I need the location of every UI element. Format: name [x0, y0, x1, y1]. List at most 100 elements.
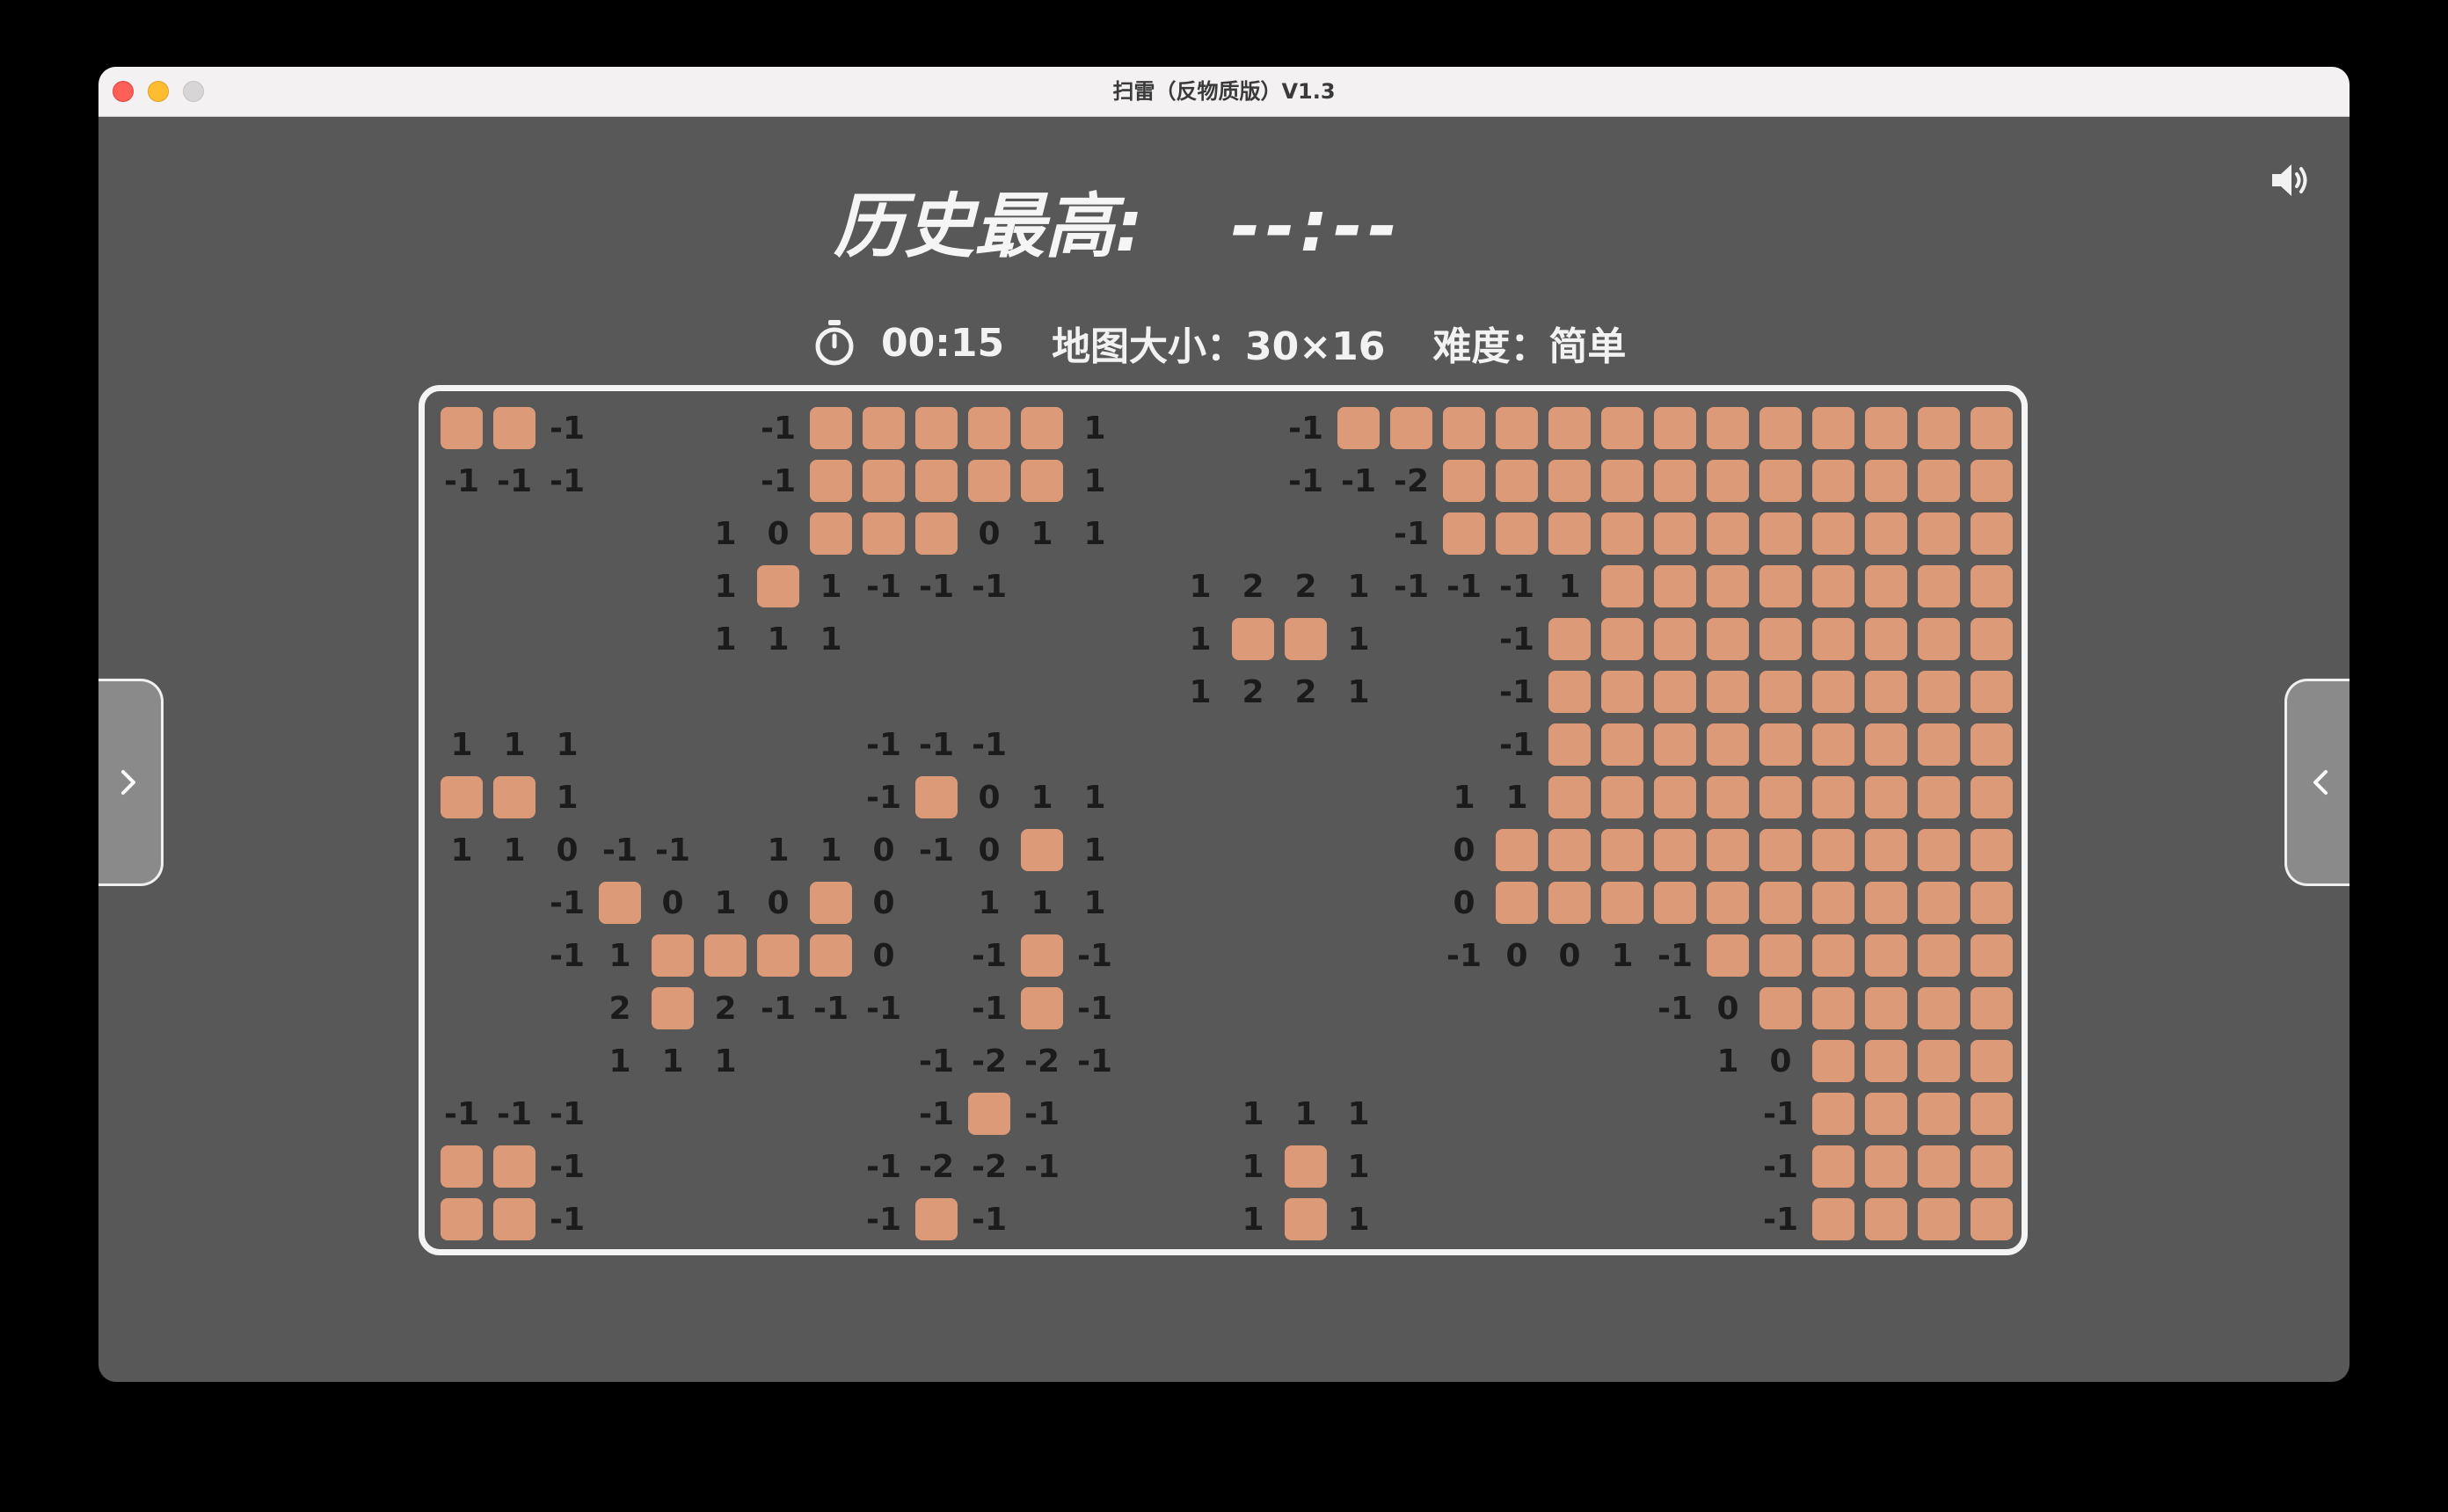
covered-cell[interactable] — [805, 929, 857, 982]
covered-cell[interactable] — [1649, 771, 1701, 824]
covered-cell[interactable] — [1912, 718, 1965, 771]
covered-cell[interactable] — [1649, 824, 1701, 876]
covered-cell[interactable] — [1279, 1193, 1332, 1246]
covered-cell[interactable] — [1649, 507, 1701, 560]
covered-cell[interactable] — [1016, 454, 1068, 507]
covered-cell[interactable] — [1860, 1140, 1912, 1193]
covered-cell[interactable] — [1860, 771, 1912, 824]
covered-cell[interactable] — [1912, 1087, 1965, 1140]
covered-cell[interactable] — [1965, 1193, 2018, 1246]
covered-cell[interactable] — [910, 771, 963, 824]
covered-cell[interactable] — [1438, 402, 1490, 454]
covered-cell[interactable] — [1754, 771, 1807, 824]
covered-cell[interactable] — [1807, 1193, 1860, 1246]
covered-cell[interactable] — [1701, 507, 1754, 560]
covered-cell[interactable] — [910, 507, 963, 560]
covered-cell[interactable] — [1701, 771, 1754, 824]
covered-cell[interactable] — [1543, 402, 1596, 454]
covered-cell[interactable] — [1754, 718, 1807, 771]
covered-cell[interactable] — [1912, 1140, 1965, 1193]
covered-cell[interactable] — [1543, 613, 1596, 665]
covered-cell[interactable] — [1912, 929, 1965, 982]
covered-cell[interactable] — [1860, 454, 1912, 507]
covered-cell[interactable] — [1016, 402, 1068, 454]
covered-cell[interactable] — [1912, 454, 1965, 507]
covered-cell[interactable] — [857, 402, 910, 454]
covered-cell[interactable] — [1754, 982, 1807, 1035]
covered-cell[interactable] — [1016, 824, 1068, 876]
covered-cell[interactable] — [646, 929, 699, 982]
covered-cell[interactable] — [1965, 613, 2018, 665]
covered-cell[interactable] — [805, 454, 857, 507]
covered-cell[interactable] — [1596, 560, 1649, 613]
covered-cell[interactable] — [1860, 1087, 1912, 1140]
covered-cell[interactable] — [1649, 402, 1701, 454]
covered-cell[interactable] — [1912, 876, 1965, 929]
covered-cell[interactable] — [1860, 665, 1912, 718]
covered-cell[interactable] — [1807, 771, 1860, 824]
covered-cell[interactable] — [1754, 929, 1807, 982]
covered-cell[interactable] — [1596, 507, 1649, 560]
covered-cell[interactable] — [1912, 665, 1965, 718]
covered-cell[interactable] — [805, 402, 857, 454]
speaker-volume-icon[interactable] — [2267, 156, 2314, 204]
covered-cell[interactable] — [1016, 929, 1068, 982]
covered-cell[interactable] — [1807, 402, 1860, 454]
covered-cell[interactable] — [1701, 454, 1754, 507]
covered-cell[interactable] — [1649, 876, 1701, 929]
covered-cell[interactable] — [1754, 454, 1807, 507]
covered-cell[interactable] — [1279, 613, 1332, 665]
covered-cell[interactable] — [488, 771, 541, 824]
covered-cell[interactable] — [1965, 824, 2018, 876]
covered-cell[interactable] — [910, 454, 963, 507]
covered-cell[interactable] — [1701, 929, 1754, 982]
covered-cell[interactable] — [1807, 982, 1860, 1035]
covered-cell[interactable] — [1490, 876, 1543, 929]
covered-cell[interactable] — [1807, 718, 1860, 771]
covered-cell[interactable] — [1965, 876, 2018, 929]
covered-cell[interactable] — [1965, 718, 2018, 771]
covered-cell[interactable] — [1965, 771, 2018, 824]
covered-cell[interactable] — [1649, 560, 1701, 613]
covered-cell[interactable] — [1701, 560, 1754, 613]
covered-cell[interactable] — [1912, 1193, 1965, 1246]
covered-cell[interactable] — [1807, 613, 1860, 665]
covered-cell[interactable] — [1965, 665, 2018, 718]
covered-cell[interactable] — [1912, 771, 1965, 824]
covered-cell[interactable] — [1701, 665, 1754, 718]
covered-cell[interactable] — [488, 1140, 541, 1193]
covered-cell[interactable] — [805, 507, 857, 560]
covered-cell[interactable] — [1860, 876, 1912, 929]
covered-cell[interactable] — [1596, 771, 1649, 824]
covered-cell[interactable] — [699, 929, 752, 982]
covered-cell[interactable] — [1596, 613, 1649, 665]
covered-cell[interactable] — [1860, 1035, 1912, 1087]
covered-cell[interactable] — [1965, 982, 2018, 1035]
covered-cell[interactable] — [1912, 613, 1965, 665]
covered-cell[interactable] — [1860, 613, 1912, 665]
covered-cell[interactable] — [1860, 718, 1912, 771]
covered-cell[interactable] — [1965, 560, 2018, 613]
covered-cell[interactable] — [1860, 824, 1912, 876]
covered-cell[interactable] — [1701, 718, 1754, 771]
covered-cell[interactable] — [1596, 824, 1649, 876]
covered-cell[interactable] — [435, 771, 488, 824]
covered-cell[interactable] — [752, 560, 805, 613]
covered-cell[interactable] — [857, 454, 910, 507]
covered-cell[interactable] — [435, 1193, 488, 1246]
covered-cell[interactable] — [1649, 613, 1701, 665]
covered-cell[interactable] — [1490, 824, 1543, 876]
covered-cell[interactable] — [1438, 454, 1490, 507]
covered-cell[interactable] — [1860, 1193, 1912, 1246]
covered-cell[interactable] — [1807, 507, 1860, 560]
covered-cell[interactable] — [1543, 665, 1596, 718]
covered-cell[interactable] — [594, 876, 646, 929]
covered-cell[interactable] — [1807, 929, 1860, 982]
covered-cell[interactable] — [1016, 982, 1068, 1035]
covered-cell[interactable] — [1860, 560, 1912, 613]
covered-cell[interactable] — [1807, 560, 1860, 613]
covered-cell[interactable] — [963, 454, 1016, 507]
covered-cell[interactable] — [1543, 771, 1596, 824]
covered-cell[interactable] — [1965, 1035, 2018, 1087]
covered-cell[interactable] — [910, 1193, 963, 1246]
